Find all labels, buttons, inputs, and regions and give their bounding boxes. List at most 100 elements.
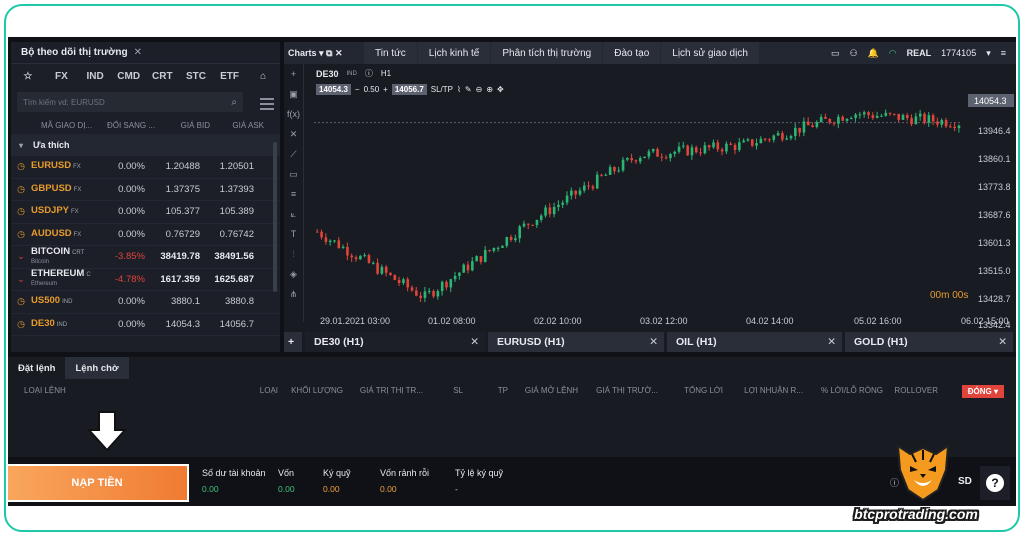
- tab-stc[interactable]: STC: [179, 71, 213, 82]
- move-icon[interactable]: ✥: [497, 85, 504, 94]
- close-icon[interactable]: ✕: [284, 124, 303, 144]
- tab-ind[interactable]: IND: [78, 71, 112, 82]
- row-ask[interactable]: 1625.687: [200, 274, 254, 285]
- plus-icon[interactable]: +: [383, 85, 388, 94]
- search-icon[interactable]: ⌕: [231, 97, 237, 108]
- row-bid[interactable]: 1.37375: [145, 184, 200, 195]
- close-icon[interactable]: ✕: [649, 336, 658, 348]
- watchlist-row[interactable]: ⌄ ETHEREUM C Ethereum -4.78% 1617.359 1625…: [11, 269, 280, 291]
- row-bid[interactable]: 1.20488: [145, 161, 200, 172]
- draw-icon[interactable]: ✎: [465, 85, 472, 94]
- row-bid[interactable]: 14054.3: [145, 319, 200, 330]
- order-col[interactable]: LOẠI LỆNH: [8, 386, 218, 395]
- tab-history[interactable]: Lịch sử giao dịch: [661, 42, 759, 64]
- tab-news[interactable]: Tin tức: [364, 42, 417, 64]
- order-col[interactable]: SL: [423, 386, 463, 395]
- tab-fx[interactable]: FX: [45, 71, 79, 82]
- chart-tab-gold[interactable]: GOLD (H1) ✕: [845, 332, 1013, 352]
- list-view-icon[interactable]: [260, 98, 274, 110]
- deposit-button[interactable]: NẠP TIỀN: [8, 464, 189, 502]
- order-col[interactable]: GIÁ THỊ TRƯỜ...: [578, 386, 658, 395]
- col-bid[interactable]: GIÁ BID: [155, 121, 210, 130]
- sltp-button[interactable]: SL/TP: [431, 85, 453, 94]
- line-icon[interactable]: ⟋: [284, 144, 303, 164]
- scrollbar[interactable]: [273, 142, 277, 292]
- crosshair-icon[interactable]: +: [284, 64, 303, 84]
- tab-education[interactable]: Đào tạo: [603, 42, 661, 64]
- help-button[interactable]: ?: [980, 466, 1010, 500]
- order-col[interactable]: GIÁ MỞ LỆNH: [508, 386, 578, 395]
- row-ask[interactable]: 14056.7: [200, 319, 254, 330]
- close-all-button[interactable]: ĐÓNG ▾: [961, 385, 1004, 398]
- zoom-out-icon[interactable]: ⊖: [476, 85, 483, 94]
- watchlist-row[interactable]: ◷ DE30 IND 0.00% 14054.3 14056.7: [11, 314, 280, 336]
- function-icon[interactable]: f(x): [284, 104, 303, 124]
- buy-price[interactable]: 14056.7: [391, 84, 427, 95]
- order-col[interactable]: LOẠI: [218, 386, 278, 395]
- users-icon[interactable]: ⚇: [850, 48, 858, 59]
- tab-favorites[interactable]: ☆: [11, 71, 45, 82]
- add-chart-icon[interactable]: +: [284, 332, 302, 352]
- layout-icon[interactable]: ▭: [831, 48, 840, 59]
- text-icon[interactable]: T: [284, 224, 303, 244]
- watchlist-row[interactable]: ◷ US500 IND 0.00% 3880.1 3880.8: [11, 291, 280, 314]
- menu-icon[interactable]: ≡: [1001, 48, 1006, 58]
- chart-tab-oil[interactable]: OIL (H1) ✕: [667, 332, 842, 352]
- close-icon[interactable]: ✕: [134, 47, 142, 58]
- info-icon[interactable]: ⓘ: [365, 68, 373, 79]
- chevron-down-icon[interactable]: ▾: [986, 48, 991, 59]
- row-bid[interactable]: 1617.359: [145, 274, 200, 285]
- row-ask[interactable]: 1.20501: [200, 161, 254, 172]
- row-ask[interactable]: 105.389: [200, 206, 254, 217]
- fib-icon[interactable]: ≡: [284, 184, 303, 204]
- minus-icon[interactable]: −: [355, 85, 360, 94]
- row-bid[interactable]: 38419.78: [145, 251, 200, 262]
- tab-etf[interactable]: ETF: [213, 71, 247, 82]
- tab-calendar[interactable]: Lịch kinh tế: [417, 42, 491, 64]
- close-icon[interactable]: ✕: [998, 336, 1007, 348]
- order-col[interactable]: KHỐI LƯỢNG: [278, 386, 343, 395]
- row-bid[interactable]: 0.76729: [145, 229, 200, 240]
- watchlist-row[interactable]: ◷ AUDUSD FX 0.00% 0.76729 0.76742: [11, 224, 280, 246]
- tab-analysis[interactable]: Phân tích thị trường: [491, 42, 603, 64]
- order-col[interactable]: ROLLOVER: [883, 386, 938, 395]
- order-col[interactable]: % LỜI/LỖ RÒNG: [803, 386, 883, 395]
- channel-icon[interactable]: ⫶: [284, 244, 303, 264]
- row-bid[interactable]: 3880.1: [145, 296, 200, 307]
- favorites-group[interactable]: ▾ Ưa thích: [11, 134, 280, 156]
- watchlist-row[interactable]: ◷ EURUSD FX 0.00% 1.20488 1.20501: [11, 156, 280, 179]
- fan-icon[interactable]: ⟀: [284, 204, 303, 224]
- order-col[interactable]: TỔNG LỜI: [658, 386, 723, 395]
- folder-icon[interactable]: ⌂: [246, 71, 280, 82]
- bell-icon[interactable]: 🔔: [868, 48, 879, 59]
- tab-cmd[interactable]: CMD: [112, 71, 146, 82]
- col-symbol[interactable]: MÃ GIAO DỊ...: [41, 121, 105, 130]
- row-ask[interactable]: 0.76742: [200, 229, 254, 240]
- indicator-icon[interactable]: ⌇: [457, 85, 461, 94]
- close-icon[interactable]: ✕: [827, 336, 836, 348]
- charts-menu[interactable]: Charts ▾ ⧉ ✕: [284, 48, 364, 59]
- zoom-in-icon[interactable]: ⊕: [486, 85, 493, 94]
- watchlist-row[interactable]: ◷ USDJPY FX 0.00% 105.377 105.389: [11, 201, 280, 224]
- account-number[interactable]: 1774105: [941, 48, 976, 58]
- col-change[interactable]: ĐỔI SANG ...: [105, 121, 155, 130]
- lot-size[interactable]: 0.50: [364, 85, 380, 94]
- chart-tab-eurusd[interactable]: EURUSD (H1) ✕: [488, 332, 664, 352]
- order-col[interactable]: LỢI NHUẬN R...: [723, 386, 803, 395]
- cursor-icon[interactable]: ▣: [284, 84, 303, 104]
- search-input[interactable]: Tìm kiếm vd: EURUSD ⌕: [17, 92, 243, 112]
- close-icon[interactable]: ✕: [470, 336, 479, 348]
- watchlist-row[interactable]: ⌄ BITCOIN CRT Bitcoin -3.85% 38419.78 3849…: [11, 246, 280, 269]
- row-ask[interactable]: 3880.8: [200, 296, 254, 307]
- chart-tab-de30[interactable]: DE30 (H1) ✕: [305, 332, 485, 352]
- row-ask[interactable]: 38491.56: [200, 251, 254, 262]
- col-ask[interactable]: GIÁ ASK: [210, 121, 264, 130]
- timeframe[interactable]: H1: [381, 69, 391, 78]
- layers-icon[interactable]: ◈: [284, 264, 303, 284]
- order-col[interactable]: TP: [463, 386, 508, 395]
- tab-crt[interactable]: CRT: [146, 71, 180, 82]
- tab-pending-orders[interactable]: Lệnh chờ: [65, 357, 129, 379]
- row-bid[interactable]: 105.377: [145, 206, 200, 217]
- row-ask[interactable]: 1.37393: [200, 184, 254, 195]
- symbol-label[interactable]: DE30: [316, 69, 339, 79]
